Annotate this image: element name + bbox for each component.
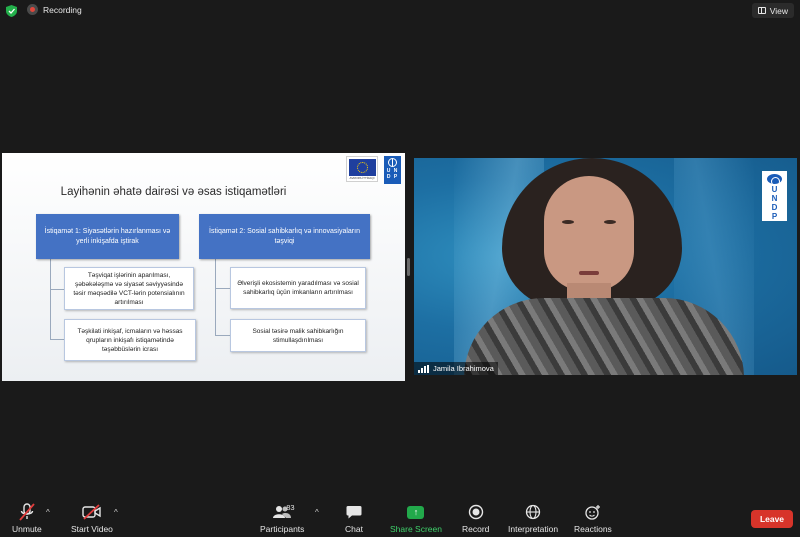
signal-bars-icon (418, 364, 429, 373)
zoom-meeting-window: Recording View AVROPA İTTİFAQI U N D P L… (0, 0, 800, 537)
unmute-label: Unmute (12, 524, 42, 534)
speaker-eye (604, 220, 616, 224)
chat-icon (346, 506, 362, 519)
record-label: Record (462, 524, 490, 534)
record-icon (468, 504, 483, 520)
speaker-sweater (464, 298, 744, 375)
connector-left-2 (50, 339, 64, 340)
muted-mic-icon (19, 503, 35, 521)
share-screen-icon: ↑ (407, 505, 425, 519)
speaker-name: Jamila Ibrahimova (433, 364, 494, 373)
share-screen-button[interactable]: ↑ Share Screen (390, 503, 442, 534)
reactions-label: Reactions (574, 524, 612, 534)
recording-label: Recording (43, 4, 82, 15)
eu-caption: AVROPA İTTİFAQI (349, 176, 375, 180)
undp-tile-text: U N D P (771, 185, 782, 221)
speaker-mouth (579, 271, 599, 275)
direction-2-item-1: Əlverişli ekosistemin yaradılması və sos… (230, 267, 366, 309)
direction-1-box: İstiqamət 1: Siyasətlərin hazırlanması v… (36, 214, 179, 259)
view-button[interactable]: View (751, 3, 794, 18)
recording-indicator[interactable]: Recording (27, 4, 82, 15)
slide-logos: AVROPA İTTİFAQI U N D P (346, 156, 401, 184)
record-dot-icon (27, 4, 38, 15)
audio-options-caret[interactable]: ^ (46, 508, 50, 517)
connector-left-1 (50, 289, 64, 290)
speaker-name-tag: Jamila Ibrahimova (414, 362, 498, 375)
undp-logo-text: U N D P (386, 168, 399, 180)
shield-icon[interactable] (6, 5, 17, 17)
unmute-button[interactable]: Unmute (12, 503, 42, 534)
view-label: View (769, 5, 788, 16)
meeting-toolbar: Unmute ^ Start Video ^ 83 Participants ^… (0, 497, 800, 537)
direction-2-box: İstiqamət 2: Sosial sahibkarlıq və innov… (199, 214, 370, 259)
video-off-icon (82, 504, 101, 520)
connector-right-2 (215, 335, 230, 336)
slide-title: Layihənin əhatə dairəsi və əsas istiqamə… (60, 186, 287, 198)
un-globe-icon (767, 174, 782, 186)
record-button[interactable]: Record (462, 503, 489, 534)
shared-slide: AVROPA İTTİFAQI U N D P Layihənin əhatə … (2, 153, 405, 381)
undp-tile-logo: U N D P (762, 171, 787, 221)
start-video-label: Start Video (71, 524, 113, 534)
participants-count: 83 (286, 503, 295, 512)
direction-2-item-2: Sosial təsirə malik sahibkarlığın stimul… (230, 319, 366, 352)
participants-label: Participants (260, 524, 305, 534)
chat-label: Chat (345, 524, 363, 534)
video-options-caret[interactable]: ^ (114, 508, 118, 517)
direction-1-item-1: Təşviqat işlərinin aparılması, şəbəkələş… (64, 267, 194, 310)
connector-right (215, 259, 216, 335)
split-drag-handle[interactable] (407, 258, 410, 276)
leave-button[interactable]: Leave (751, 510, 793, 528)
globe-icon (525, 504, 541, 520)
speaker-eye (562, 220, 574, 224)
eu-logo: AVROPA İTTİFAQI (346, 156, 378, 182)
chat-button[interactable]: Chat (343, 503, 365, 534)
participants-options-caret[interactable]: ^ (315, 508, 319, 517)
un-globe-icon (388, 158, 397, 167)
reactions-button[interactable]: Reactions (574, 503, 612, 534)
reactions-icon (585, 505, 600, 520)
eu-flag-icon (349, 159, 376, 176)
connector-right-1 (215, 288, 230, 289)
undp-logo: U N D P (384, 156, 401, 184)
share-screen-label: Share Screen (390, 524, 442, 534)
start-video-button[interactable]: Start Video (71, 503, 113, 534)
connector-left (50, 259, 51, 339)
speaker-video-tile[interactable]: U N D P Jamila Ibrahimova (414, 158, 797, 375)
top-bar: Recording View (0, 0, 800, 22)
interpretation-button[interactable]: Interpretation (508, 503, 558, 534)
participants-button[interactable]: 83 Participants (260, 503, 304, 534)
interpretation-label: Interpretation (508, 524, 559, 534)
grid-view-icon (757, 7, 766, 14)
direction-1-item-2: Təşkilati inkişaf, icmaların və həssas q… (64, 319, 196, 361)
